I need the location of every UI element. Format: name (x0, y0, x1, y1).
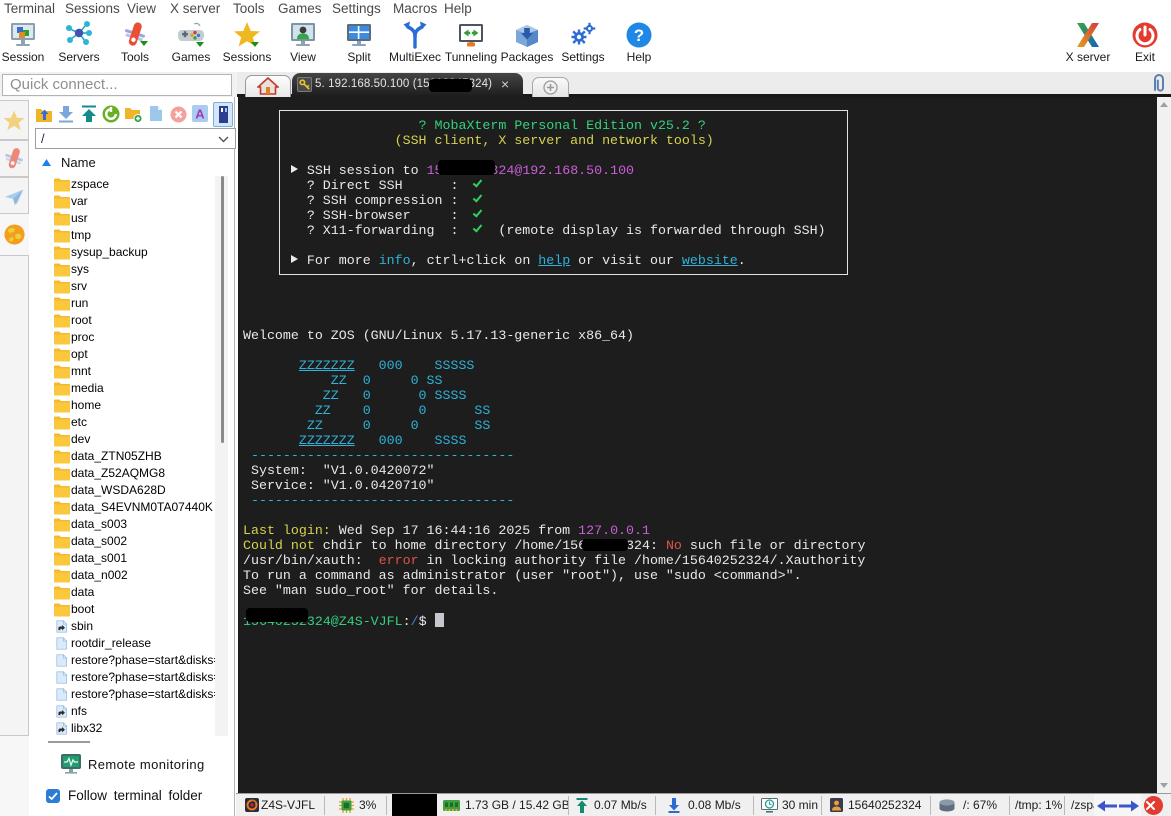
svg-text:?: ? (634, 26, 644, 45)
svg-text:A: A (195, 107, 205, 122)
